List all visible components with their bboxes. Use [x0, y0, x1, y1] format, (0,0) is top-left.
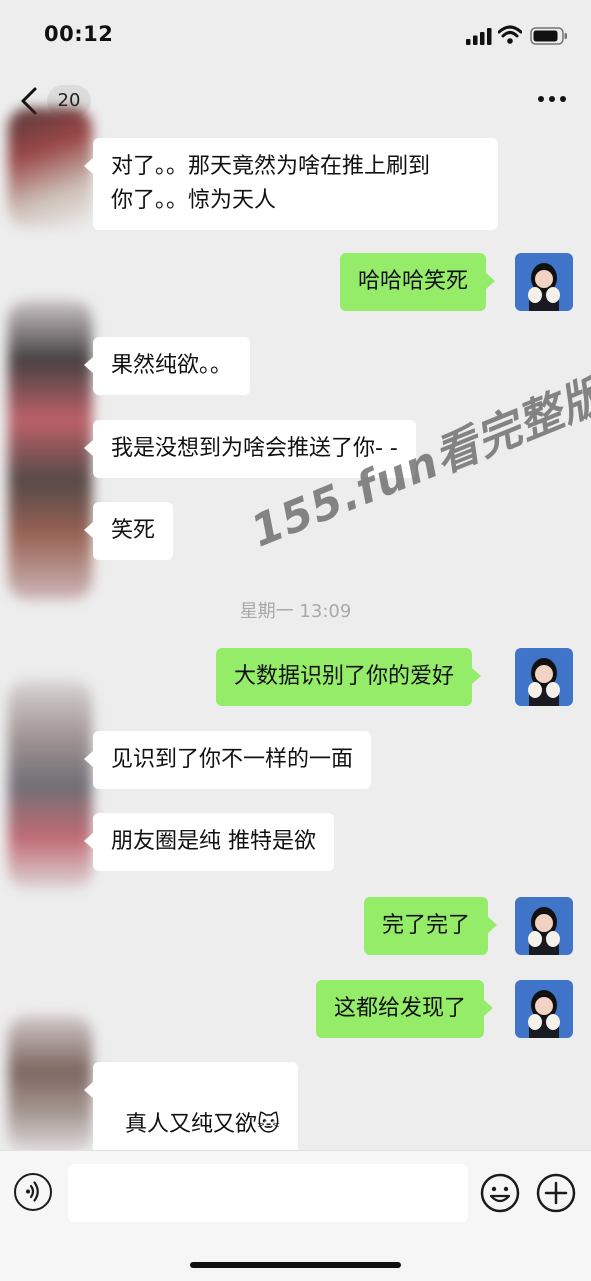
home-indicator	[190, 1262, 401, 1268]
outgoing-message[interactable]: 哈哈哈笑死	[340, 253, 496, 311]
plus-icon[interactable]	[536, 1173, 576, 1213]
voice-button[interactable]	[14, 1173, 52, 1211]
chat-timestamp: 星期一 13:09	[239, 601, 352, 622]
contact-avatar[interactable]	[8, 300, 92, 600]
outgoing-message[interactable]: 大数据识别了你的爱好	[216, 648, 482, 706]
incoming-message[interactable]: 朋友圈是纯 推特是欲	[84, 813, 334, 871]
incoming-message[interactable]: 真人又纯又欲🐱	[84, 1062, 298, 1154]
contact-avatar[interactable]	[8, 1015, 92, 1155]
status-bar: 00:12	[0, 0, 591, 70]
emoji-icon[interactable]	[480, 1173, 520, 1213]
message-input[interactable]	[68, 1164, 468, 1222]
status-time: 00:12	[44, 22, 114, 46]
incoming-message[interactable]: 笑死	[83, 502, 174, 560]
my-avatar[interactable]	[515, 648, 573, 706]
my-avatar[interactable]	[515, 253, 573, 311]
voice-icon	[26, 1181, 39, 1202]
more-icon[interactable]	[537, 94, 567, 104]
contact-avatar[interactable]	[8, 108, 92, 228]
battery-icon	[530, 27, 567, 45]
outgoing-message[interactable]: 完了完了	[364, 897, 498, 955]
outgoing-message[interactable]: 这都给发现了	[316, 980, 494, 1038]
wifi-icon	[498, 25, 522, 44]
signal-icon	[466, 28, 492, 45]
incoming-message[interactable]: 见识到了你不一样的一面	[83, 731, 372, 789]
message-text: 真人又纯又欲	[125, 1112, 258, 1137]
incoming-message[interactable]: 对了。。那天竟然为啥在推上刷到 你了。。惊为天人	[84, 138, 498, 230]
my-avatar[interactable]	[515, 897, 573, 955]
cat-emoji: 🐱	[257, 1112, 280, 1137]
incoming-message[interactable]: 果然纯欲。。	[83, 337, 251, 395]
contact-avatar[interactable]	[8, 680, 92, 890]
my-avatar[interactable]	[515, 980, 573, 1038]
